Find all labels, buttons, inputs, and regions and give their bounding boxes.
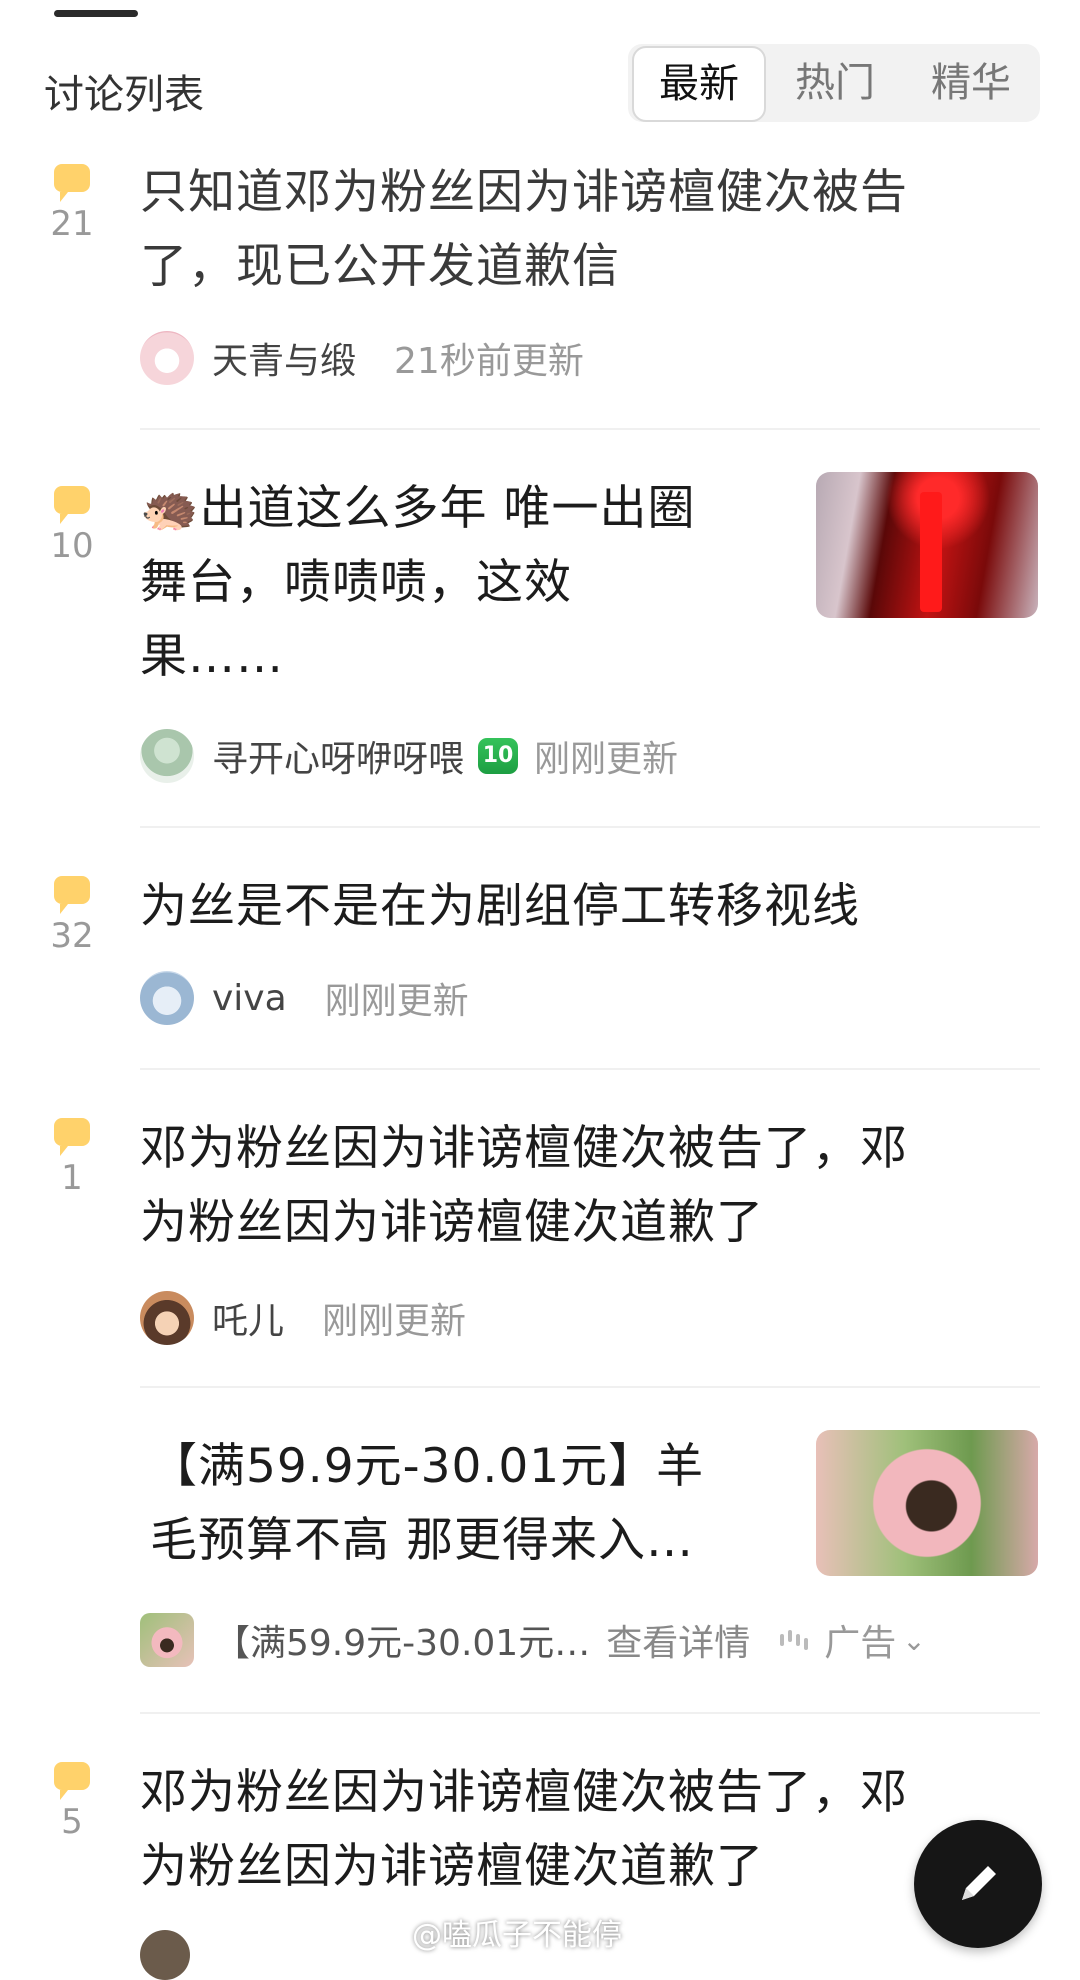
sound-wave-icon (780, 1630, 810, 1650)
update-time: 21秒前更新 (394, 341, 584, 382)
comment-count: 21 (40, 164, 104, 244)
comment-bubble-icon (54, 876, 90, 914)
comment-bubble-icon (54, 486, 90, 524)
update-time: 刚刚更新 (322, 1301, 467, 1342)
ad-tag[interactable]: 广告 (824, 1614, 896, 1666)
divider (140, 428, 1040, 430)
post-title[interactable]: 邓为粉丝因为诽谤檀健次被告了，邓 为粉丝因为诽谤檀健次道歉了 (140, 1756, 1040, 1904)
post-thumbnail[interactable] (816, 472, 1038, 618)
avatar[interactable] (140, 1930, 190, 1980)
tab-featured[interactable]: 精华 (906, 44, 1036, 122)
sort-tabs: 最新 热门 精华 (628, 44, 1040, 122)
avatar[interactable] (140, 331, 194, 385)
comment-count: 32 (40, 876, 104, 956)
avatar[interactable] (140, 729, 194, 783)
comment-count: 1 (40, 1118, 104, 1198)
compose-button[interactable] (914, 1820, 1042, 1948)
update-time: 刚刚更新 (534, 739, 679, 780)
pencil-icon (962, 1866, 996, 1900)
comment-bubble-icon (54, 1118, 90, 1156)
update-time: 刚刚更新 (324, 981, 469, 1022)
post-title[interactable]: 为丝是不是在为剧组停工转移视线 (140, 870, 1040, 944)
divider (140, 826, 1040, 828)
post-meta: 吒儿 刚刚更新 (140, 1290, 466, 1346)
comment-bubble-icon (54, 164, 90, 202)
divider (140, 1712, 1040, 1714)
username[interactable]: viva (212, 978, 287, 1019)
username[interactable]: 天青与缎 (212, 332, 356, 384)
divider (140, 1068, 1040, 1070)
post-title[interactable]: 邓为粉丝因为诽谤檀健次被告了，邓 为粉丝因为诽谤檀健次道歉了 (140, 1112, 1040, 1260)
tab-latest[interactable]: 最新 (632, 46, 766, 122)
ad-avatar (140, 1613, 194, 1667)
comment-bubble-icon (54, 1762, 90, 1800)
chevron-down-icon[interactable]: ⌄ (902, 1624, 925, 1657)
discussion-header: 讨论列表 最新 热门 精华 (0, 36, 1080, 132)
divider (140, 1386, 1040, 1388)
view-details-link[interactable]: 查看详情 (606, 1614, 750, 1666)
post-meta: viva 刚刚更新 (140, 970, 469, 1026)
tab-hot[interactable]: 热门 (770, 44, 900, 122)
avatar[interactable] (140, 971, 194, 1025)
username[interactable]: 吒儿 (212, 1292, 284, 1344)
post-meta: 天青与缎 21秒前更新 (140, 330, 584, 386)
ad-subtitle: 【满59.9元-30.01元… (214, 1623, 591, 1664)
avatar[interactable] (140, 1291, 194, 1345)
ad-meta: 【满59.9元-30.01元… 查看详情 广告 ⌄ (140, 1612, 926, 1668)
ad-title[interactable]: 【满59.9元-30.01元】羊 毛预算不高 那更得来入… (150, 1430, 790, 1578)
page-title: 讨论列表 (44, 72, 204, 118)
comment-count: 5 (40, 1762, 104, 1842)
username[interactable]: 寻开心呀咿呀喂 (212, 730, 464, 782)
level-badge: 10 (478, 738, 519, 774)
comment-count: 10 (40, 486, 104, 566)
post-title[interactable]: 🦔出道这么多年 唯一出圈 舞台，啧啧啧，这效 果…… (140, 472, 790, 694)
post-title[interactable]: 只知道邓为粉丝因为诽谤檀健次被告 了，现已公开发道歉信 (140, 156, 1040, 304)
watermark: @嗑瓜子不能停 (412, 1918, 622, 1953)
post-meta-partial (140, 1930, 208, 1980)
ad-thumbnail[interactable] (816, 1430, 1038, 1576)
post-meta: 寻开心呀咿呀喂 10 刚刚更新 (140, 728, 678, 784)
status-bar-indicator (54, 10, 138, 17)
